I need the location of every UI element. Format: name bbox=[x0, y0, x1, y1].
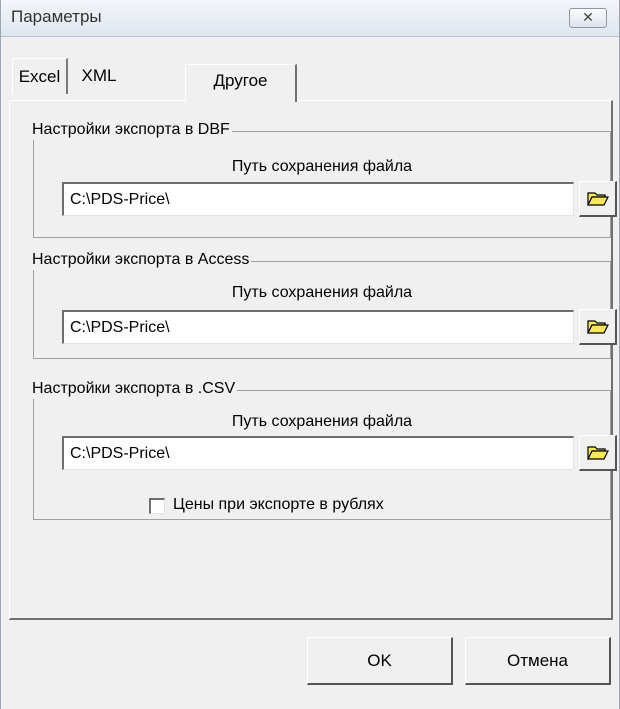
close-button[interactable]: ✕ bbox=[569, 8, 607, 28]
tab-other[interactable]: Другое bbox=[185, 64, 297, 102]
title-bar: Параметры ✕ bbox=[1, 0, 619, 37]
tab-xml-label: XML bbox=[81, 66, 117, 85]
rubles-checkbox-label[interactable]: Цены при экспорте в рублях bbox=[173, 496, 384, 514]
csv-path-label: Путь сохранения файла bbox=[231, 413, 413, 430]
csv-path-input[interactable] bbox=[62, 436, 574, 470]
dbf-browse-button[interactable] bbox=[579, 181, 617, 217]
dbf-path-label: Путь сохранения файла bbox=[231, 158, 413, 175]
dbf-group-title: Настройки экспорта в DBF bbox=[32, 120, 232, 140]
tab-xml[interactable]: XML bbox=[69, 58, 129, 94]
access-group-title: Настройки экспорта в Access bbox=[32, 250, 252, 270]
dbf-path-input[interactable] bbox=[62, 182, 574, 216]
window-title: Параметры bbox=[11, 7, 102, 26]
folder-open-icon bbox=[586, 191, 609, 206]
access-path-label: Путь сохранения файла bbox=[231, 284, 413, 301]
cancel-button[interactable]: Отмена bbox=[465, 637, 611, 685]
csv-group-title: Настройки экспорта в .CSV bbox=[32, 379, 238, 399]
dbf-export-group: Настройки экспорта в DBF Путь сохранения… bbox=[32, 120, 617, 238]
ok-button[interactable]: OK bbox=[307, 637, 453, 685]
access-path-input[interactable] bbox=[62, 310, 574, 344]
tab-excel-label: Excel bbox=[18, 67, 61, 86]
tab-other-label: Другое bbox=[213, 71, 268, 90]
rubles-checkbox[interactable] bbox=[149, 498, 165, 514]
tab-excel[interactable]: Excel bbox=[12, 58, 68, 94]
close-icon: ✕ bbox=[582, 9, 594, 25]
parameters-dialog: Параметры ✕ Excel XML Другое Настройки э… bbox=[0, 0, 620, 709]
folder-open-icon bbox=[586, 445, 609, 460]
access-export-group: Настройки экспорта в Access Путь сохране… bbox=[32, 250, 617, 359]
access-browse-button[interactable] bbox=[579, 309, 617, 345]
folder-open-icon bbox=[586, 319, 609, 334]
csv-browse-button[interactable] bbox=[579, 435, 617, 471]
